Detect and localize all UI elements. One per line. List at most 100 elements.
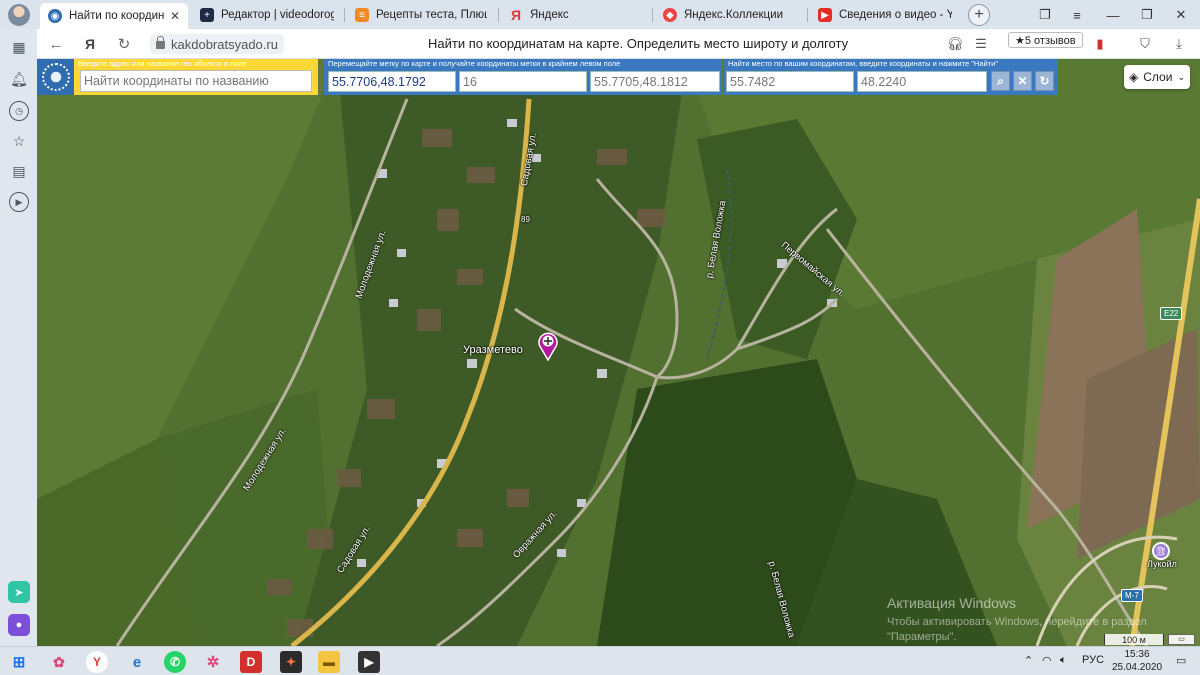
language-indicator[interactable]: РУС bbox=[1082, 654, 1104, 666]
route-shield-e22: E22 bbox=[1160, 307, 1183, 320]
layers-label: Слои bbox=[1143, 70, 1173, 84]
new-tab-button[interactable]: + bbox=[968, 4, 990, 26]
marker-coords-field[interactable] bbox=[328, 71, 456, 92]
latitude-field[interactable] bbox=[726, 71, 854, 92]
tab-bar: ◉ Найти по координатам ✕ + Редактор | vi… bbox=[0, 0, 1200, 29]
house-number-label: 89 bbox=[521, 215, 530, 224]
site-globe-icon: ◉ bbox=[48, 9, 62, 23]
windows-activation-title: Активация Windows bbox=[887, 595, 1017, 611]
star-icon[interactable]: ☆ bbox=[9, 131, 29, 151]
windows-taskbar: ⊞ ✿ Y e ✆ ✲ D ✦ ▬ ▶ ⌃ ◠ 🔈︎ РУС 15:36 25.… bbox=[0, 646, 1200, 675]
tab-divider bbox=[652, 8, 653, 22]
back-arrow-icon[interactable]: ← bbox=[46, 34, 66, 54]
notes-icon[interactable]: ▤ bbox=[9, 161, 29, 181]
tab-youtube[interactable]: ▶ Сведения о видео - YouT bbox=[810, 3, 960, 27]
video-player-icon[interactable]: ▶ bbox=[358, 651, 380, 673]
tab-label: Найти по координатам bbox=[69, 10, 164, 22]
bell-icon[interactable]: 🔔︎ bbox=[9, 69, 29, 89]
tab-label: Яндекс.Коллекции bbox=[684, 9, 783, 21]
tab-divider bbox=[344, 8, 345, 22]
recipes-icon: ≡ bbox=[355, 8, 369, 22]
whatsapp-icon[interactable]: ✆ bbox=[164, 651, 186, 673]
village-label: Уразметево bbox=[463, 344, 523, 356]
tab-collections[interactable]: ◆ Яндекс.Коллекции bbox=[655, 3, 805, 27]
browser-sidebar: ▦ 🔔︎ ◷ ☆ ▤ ▶ ➤ ● bbox=[0, 29, 37, 646]
route-shield-m7: M-7 bbox=[1121, 589, 1143, 602]
system-clock[interactable]: 15:36 25.04.2020 bbox=[1110, 648, 1164, 674]
draggable-marker-pin[interactable] bbox=[537, 331, 559, 361]
reload-icon[interactable]: ↻ bbox=[114, 34, 134, 54]
tab-label: Рецепты теста, Плюшка к bbox=[376, 9, 487, 21]
tab-close-icon[interactable]: ✕ bbox=[170, 9, 180, 23]
tab-divider bbox=[807, 8, 808, 22]
play-icon[interactable]: ▶ bbox=[9, 192, 29, 212]
history-clock-icon[interactable]: ◷ bbox=[9, 101, 29, 121]
tab-divider bbox=[498, 8, 499, 22]
tab-label: Яндекс bbox=[530, 9, 569, 21]
downloads-icon[interactable]: ⤓ bbox=[1170, 35, 1188, 53]
bookmark-icon[interactable]: ▮ bbox=[1091, 35, 1109, 53]
yandex-y-icon: Я bbox=[510, 7, 522, 23]
tray-chevron-icon[interactable]: ⌃ bbox=[1024, 654, 1033, 667]
profile-avatar[interactable] bbox=[8, 4, 30, 26]
lock-icon bbox=[156, 36, 165, 49]
tab-recipes[interactable]: ≡ Рецепты теста, Плюшка к bbox=[347, 3, 495, 27]
photos-pinwheel-icon[interactable]: ✲ bbox=[202, 651, 224, 673]
tab-yandex[interactable]: Я Яндекс bbox=[501, 3, 649, 27]
youtube-icon: ▶ bbox=[818, 8, 832, 22]
menu-icon[interactable]: ≡ bbox=[1066, 4, 1088, 26]
app-d-icon[interactable]: D bbox=[240, 651, 262, 673]
address-bar: ← Я ↻ kakdobratsyado.ru Найти по координ… bbox=[0, 29, 1200, 59]
restore-icon[interactable]: ❐ bbox=[1136, 4, 1158, 26]
windows-activation-line: Чтобы активировать Windows, перейдите в … bbox=[887, 616, 1147, 628]
minimize-icon[interactable]: — bbox=[1102, 4, 1124, 26]
marker-coords-hint: Перемещайте метку по карте и получайте к… bbox=[328, 59, 621, 68]
close-window-icon[interactable]: ✕ bbox=[1170, 4, 1192, 26]
alice-app-icon[interactable]: ● bbox=[8, 614, 30, 636]
collections-icon: ◆ bbox=[663, 8, 677, 22]
file-explorer-icon[interactable]: ▬ bbox=[318, 651, 340, 673]
tab-editor[interactable]: + Редактор | videodorogros bbox=[192, 3, 342, 27]
url-text: kakdobratsyado.ru bbox=[171, 36, 278, 52]
protect-icon[interactable]: ⛉ bbox=[1136, 35, 1154, 53]
fuel-station-icon[interactable]: ⛽︎ bbox=[1152, 542, 1170, 560]
page-title: Найти по координатам на карте. Определит… bbox=[428, 36, 849, 51]
reader-mode-icon[interactable]: ☰ bbox=[972, 35, 990, 53]
notifications-icon[interactable]: ▭ bbox=[1176, 654, 1186, 667]
yandex-home-icon[interactable]: Я bbox=[80, 34, 100, 54]
grid-apps-icon[interactable]: ▦ bbox=[9, 37, 29, 57]
satellite-map[interactable]: Введите адрес или название гео объекта в… bbox=[37, 59, 1200, 646]
center-coords-field[interactable] bbox=[590, 71, 720, 92]
headphones-icon[interactable]: 🎧︎ bbox=[946, 35, 964, 53]
send-app-icon[interactable]: ➤ bbox=[8, 581, 30, 603]
yandex-browser-icon[interactable]: Y bbox=[86, 651, 108, 673]
url-field[interactable]: kakdobratsyado.ru bbox=[150, 34, 284, 54]
find-place-hint: Найти место по вашим координатам, введит… bbox=[728, 59, 998, 68]
network-icon[interactable]: ◠ bbox=[1042, 654, 1052, 667]
tabs-manager-icon[interactable]: ❐ bbox=[1034, 4, 1056, 26]
clear-button[interactable]: ✕ bbox=[1013, 71, 1032, 91]
refresh-button[interactable]: ↻ bbox=[1035, 71, 1054, 91]
zoom-field[interactable] bbox=[459, 71, 587, 92]
chevron-down-icon: ⌄ bbox=[1177, 71, 1185, 82]
volume-icon[interactable]: 🔈︎ bbox=[1060, 654, 1067, 667]
longitude-field[interactable] bbox=[857, 71, 987, 92]
ruler-tool-icon[interactable]: ▭ bbox=[1168, 634, 1195, 645]
layers-icon: ◈ bbox=[1129, 70, 1139, 84]
site-logo-icon bbox=[41, 63, 70, 91]
poi-label-lukoil: Лукойл bbox=[1147, 559, 1177, 569]
reviews-badge[interactable]: ★5 отзывов bbox=[1008, 32, 1083, 48]
layers-button[interactable]: ◈ Слои ⌄ bbox=[1124, 65, 1190, 89]
site-logo[interactable] bbox=[37, 59, 74, 95]
clock-date: 25.04.2020 bbox=[1111, 662, 1163, 673]
app-dark-icon[interactable]: ✦ bbox=[280, 651, 302, 673]
find-place-panel: Найти место по вашим координатам, введит… bbox=[724, 59, 1058, 95]
app-petal-icon[interactable]: ✿ bbox=[48, 651, 70, 673]
clock-time: 15:36 bbox=[1124, 649, 1150, 660]
geo-search-input[interactable] bbox=[80, 70, 312, 92]
find-search-button[interactable]: ⌕ bbox=[991, 71, 1010, 91]
tab-kakdobratsyado[interactable]: ◉ Найти по координатам ✕ bbox=[40, 3, 188, 29]
editor-plus-icon: + bbox=[200, 8, 214, 22]
edge-icon[interactable]: e bbox=[126, 651, 148, 673]
windows-start-icon[interactable]: ⊞ bbox=[8, 651, 30, 673]
